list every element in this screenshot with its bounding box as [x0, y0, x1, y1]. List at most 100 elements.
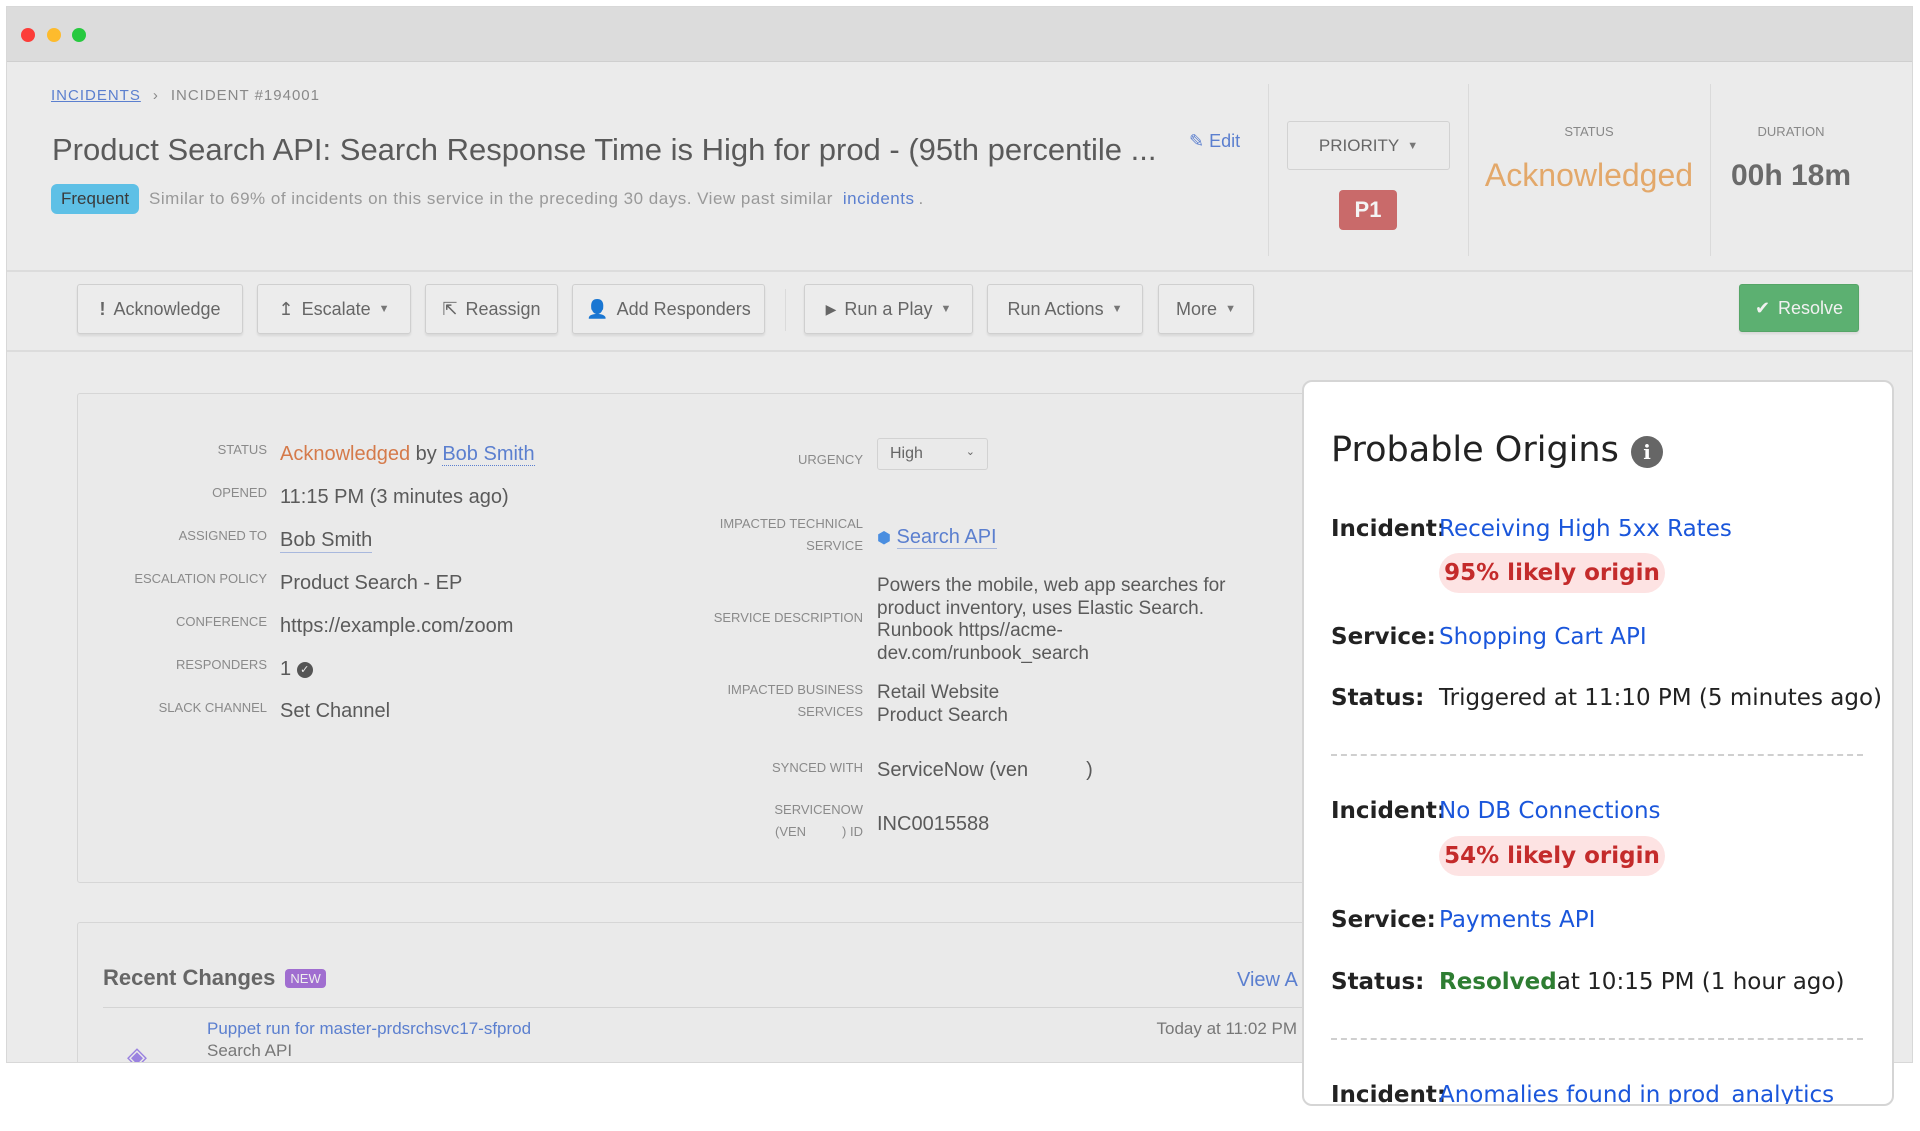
breadcrumb: INCIDENTS › INCIDENT #194001 — [51, 87, 320, 104]
status-field-label: STATUS — [217, 442, 267, 457]
desc-line: dev.com/runbook_search — [877, 642, 1089, 664]
origin-status: Resolvedat 10:15 PM (1 hour ago) — [1439, 969, 1844, 995]
probable-origins-panel: Probable Origins i Incident: Receiving H… — [1302, 380, 1894, 1106]
conference-field-label: CONFERENCE — [175, 614, 267, 629]
minimize-window-button[interactable] — [47, 28, 61, 42]
edit-label: Edit — [1209, 131, 1241, 151]
breadcrumb-incidents-link[interactable]: INCIDENTS — [51, 87, 141, 104]
add-responders-label: Add Responders — [616, 298, 751, 319]
sn-label-a: (VEN — [774, 824, 807, 839]
urgency-select[interactable]: High ⌄ — [877, 438, 988, 470]
escalate-button[interactable]: ↥ Escalate ▼ — [257, 284, 411, 334]
change-time: Today at 11:02 PM — [1156, 1019, 1298, 1038]
acknowledge-button[interactable]: ! Acknowledge — [77, 284, 243, 334]
divider — [1468, 84, 1469, 256]
priority-badge: P1 — [1339, 190, 1397, 230]
service-label: Service: — [1331, 907, 1436, 933]
synced-with-link[interactable]: ServiceNow (ven) — [877, 759, 1093, 782]
origin-incident-link[interactable]: Receiving High 5xx Rates — [1439, 516, 1732, 542]
resolve-label: Resolve — [1778, 297, 1844, 318]
status-by: by — [415, 443, 437, 465]
share-icon: ⇱ — [442, 298, 458, 319]
maximize-window-button[interactable] — [72, 28, 86, 42]
run-actions-label: Run Actions — [1007, 298, 1104, 319]
origin-incident-link[interactable]: Anomalies found in prod_analytics — [1439, 1082, 1834, 1104]
resolve-button[interactable]: ✔ Resolve — [1739, 284, 1859, 332]
status-value: Acknowledged — [1484, 157, 1694, 193]
status-user-link[interactable]: Bob Smith — [442, 443, 535, 466]
add-user-icon: 👤 — [586, 298, 609, 319]
add-responders-button[interactable]: 👤 Add Responders — [572, 284, 765, 334]
similar-end: . — [918, 189, 924, 208]
tech-service-label-2: SERVICE — [806, 538, 863, 553]
business-service: Product Search — [877, 704, 1008, 726]
incident-label: Incident: — [1331, 516, 1447, 542]
service-label: Service: — [1331, 624, 1436, 650]
responders-field-label: RESPONDERS — [175, 657, 267, 672]
opened-value: 11:15 PM (3 minutes ago) — [280, 486, 509, 508]
edit-title-button[interactable]: ✎ Edit — [1189, 131, 1240, 152]
run-a-play-button[interactable]: ▶ Run a Play ▼ — [804, 284, 973, 334]
more-label: More — [1176, 298, 1218, 319]
servicenow-id-label: SERVICENOW — [774, 802, 863, 817]
slack-field-label: SLACK CHANNEL — [158, 700, 267, 715]
escalate-label: Escalate — [301, 298, 371, 319]
reassign-button[interactable]: ⇱ Reassign — [425, 284, 558, 334]
frequent-badge: Frequent — [51, 184, 140, 214]
assigned-user-link[interactable]: Bob Smith — [280, 529, 373, 553]
run-actions-button[interactable]: Run Actions ▼ — [987, 284, 1143, 334]
conference-link[interactable]: https://example.com/zoom — [280, 615, 513, 638]
resolved-status: Resolved — [1439, 969, 1557, 995]
recent-changes-header: Recent Changes NEW — [103, 965, 326, 991]
breadcrumb-current: INCIDENT #194001 — [170, 87, 320, 104]
close-window-button[interactable] — [21, 28, 35, 42]
search-api-link[interactable]: Search API — [896, 526, 997, 549]
play-icon: ▶ — [825, 300, 837, 317]
change-service: Search API — [207, 1041, 293, 1060]
priority-dropdown[interactable]: PRIORITY ▼ — [1287, 121, 1450, 170]
tech-service-label: IMPACTED TECHNICAL — [719, 516, 863, 531]
service-description-label: SERVICE DESCRIPTION — [713, 610, 863, 625]
origin-service-link[interactable]: Shopping Cart API — [1439, 624, 1647, 650]
sn-label-b: ) ID — [842, 824, 863, 839]
synced-value: ServiceNow (ven — [877, 759, 1029, 781]
run-play-label: Run a Play — [844, 298, 933, 319]
caret-down-icon: ▼ — [1111, 303, 1123, 315]
business-services: Retail Website Product Search — [877, 682, 1008, 727]
past-incidents-link[interactable]: incidents — [843, 189, 915, 209]
origin-service-link[interactable]: Payments API — [1439, 907, 1595, 933]
likelihood-badge: 95% likely origin — [1439, 553, 1665, 593]
acknowledge-label: Acknowledge — [113, 298, 221, 319]
new-badge: NEW — [285, 968, 326, 988]
incident-label: Incident: — [1331, 798, 1447, 824]
origin-incident-link[interactable]: No DB Connections — [1439, 798, 1661, 824]
recent-changes-title: Recent Changes — [103, 965, 276, 990]
desc-line: Runbook https//acme- — [877, 620, 1063, 641]
pencil-icon: ✎ — [1189, 131, 1205, 151]
servicenow-id-link[interactable]: INC0015588 — [877, 813, 989, 836]
priority-label: PRIORITY — [1318, 135, 1400, 155]
divider — [1710, 84, 1711, 256]
check-icon: ✔ — [1754, 297, 1771, 318]
info-icon[interactable]: i — [1631, 436, 1663, 468]
opened-field-label: OPENED — [212, 485, 267, 500]
more-button[interactable]: More ▼ — [1158, 284, 1254, 334]
escalation-policy-link[interactable]: Product Search - EP — [280, 572, 462, 595]
business-services-label: IMPACTED BUSINESS — [727, 682, 863, 697]
tech-service-value: ⬢ Search API — [877, 526, 997, 549]
change-title-link[interactable]: Puppet run for master-prdsrchsvc17-sfpro… — [207, 1019, 531, 1039]
view-all-link[interactable]: View A — [1237, 969, 1298, 992]
check-circle-icon: ✓ — [296, 661, 313, 678]
business-service: Retail Website — [877, 682, 1000, 703]
caret-down-icon: ▼ — [1407, 139, 1419, 152]
toolbar-divider — [785, 289, 786, 331]
reassign-label: Reassign — [465, 298, 541, 319]
exclamation-icon: ! — [99, 298, 106, 319]
set-channel-link[interactable]: Set Channel — [280, 700, 390, 723]
assigned-field-label: ASSIGNED TO — [178, 528, 267, 543]
status-label: STATUS — [1564, 124, 1614, 139]
incident-label: Incident: — [1331, 1082, 1447, 1106]
chevron-down-icon: ⌄ — [965, 446, 975, 458]
business-services-label-2: SERVICES — [797, 704, 863, 719]
origin-status: Triggered at 11:10 PM (5 minutes ago) — [1439, 685, 1882, 711]
